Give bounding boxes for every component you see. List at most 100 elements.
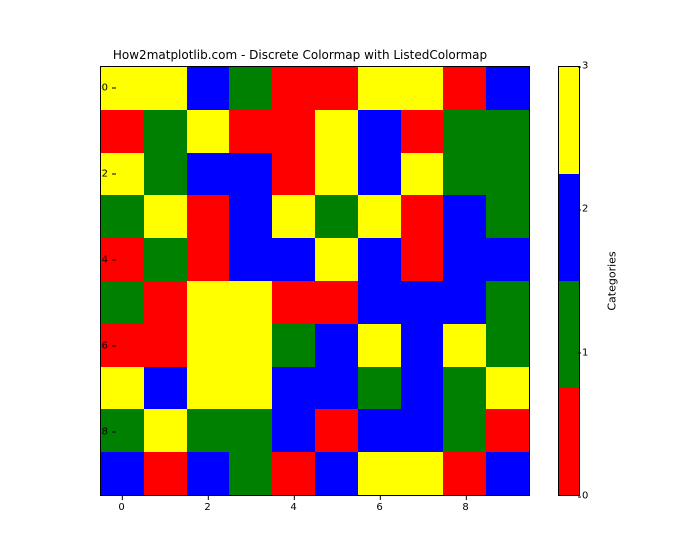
- heatmap-cell: [229, 367, 272, 410]
- heatmap-cell: [315, 238, 358, 281]
- heatmap-cell: [358, 409, 401, 452]
- heatmap-cell: [272, 324, 315, 367]
- heatmap-cell: [486, 153, 529, 196]
- heatmap-cell: [272, 110, 315, 153]
- x-tick: 0: [118, 502, 124, 513]
- heatmap-cell: [315, 324, 358, 367]
- heatmap-cell: [358, 324, 401, 367]
- heatmap-cell: [486, 110, 529, 153]
- heatmap-cell: [358, 281, 401, 324]
- heatmap-cell: [144, 452, 187, 495]
- y-tick: 2: [88, 168, 108, 179]
- heatmap-cell: [315, 409, 358, 452]
- colorbar-segment: [559, 67, 579, 174]
- heatmap-cell: [358, 67, 401, 110]
- heatmap-axes: [100, 66, 530, 496]
- heatmap-cell: [443, 153, 486, 196]
- heatmap-cell: [272, 452, 315, 495]
- heatmap-cell: [315, 367, 358, 410]
- x-tick: 4: [290, 502, 296, 513]
- y-tick: 8: [88, 426, 108, 437]
- heatmap-cell: [272, 367, 315, 410]
- heatmap-cell: [358, 195, 401, 238]
- heatmap-cell: [101, 367, 144, 410]
- x-tick: 2: [204, 502, 210, 513]
- heatmap-cell: [486, 367, 529, 410]
- heatmap-cell: [187, 324, 230, 367]
- heatmap-cell: [144, 195, 187, 238]
- heatmap-cell: [401, 67, 444, 110]
- heatmap-cell: [401, 153, 444, 196]
- heatmap-cell: [358, 110, 401, 153]
- heatmap-cell: [443, 195, 486, 238]
- heatmap-cell: [187, 238, 230, 281]
- colorbar-tick: 0: [582, 491, 588, 502]
- heatmap-cell: [443, 110, 486, 153]
- heatmap-cell: [358, 367, 401, 410]
- heatmap-cell: [144, 409, 187, 452]
- y-tick: 6: [88, 340, 108, 351]
- heatmap-cell: [187, 281, 230, 324]
- heatmap-cell: [401, 238, 444, 281]
- heatmap-cell: [144, 110, 187, 153]
- heatmap-cell: [401, 195, 444, 238]
- heatmap-cell: [101, 110, 144, 153]
- heatmap-cell: [229, 67, 272, 110]
- heatmap-cell: [229, 452, 272, 495]
- heatmap-cell: [187, 67, 230, 110]
- heatmap-cell: [144, 324, 187, 367]
- heatmap-cell: [187, 367, 230, 410]
- x-tick: 8: [462, 502, 468, 513]
- heatmap-cell: [486, 67, 529, 110]
- heatmap-cell: [401, 324, 444, 367]
- heatmap-cell: [272, 238, 315, 281]
- heatmap-cell: [315, 281, 358, 324]
- heatmap-cell: [443, 281, 486, 324]
- heatmap-cell: [401, 281, 444, 324]
- heatmap-cell: [443, 409, 486, 452]
- heatmap-cell: [401, 367, 444, 410]
- heatmap-cell: [229, 281, 272, 324]
- heatmap-cell: [229, 110, 272, 153]
- heatmap-cell: [101, 195, 144, 238]
- y-tick: 4: [88, 254, 108, 265]
- heatmap-cell: [315, 195, 358, 238]
- y-tick: 0: [88, 82, 108, 93]
- heatmap-cell: [315, 67, 358, 110]
- heatmap-cell: [401, 452, 444, 495]
- heatmap-cell: [272, 281, 315, 324]
- heatmap-cell: [401, 110, 444, 153]
- figure: How2matplotlib.com - Discrete Colormap w…: [0, 0, 700, 560]
- x-tick: 6: [376, 502, 382, 513]
- heatmap-cell: [144, 153, 187, 196]
- colorbar-tick: 2: [582, 204, 588, 215]
- heatmap-cell: [144, 367, 187, 410]
- heatmap-cell: [486, 238, 529, 281]
- heatmap-cell: [272, 195, 315, 238]
- heatmap-cell: [486, 281, 529, 324]
- chart-title: How2matplotlib.com - Discrete Colormap w…: [0, 48, 600, 62]
- heatmap-cell: [229, 409, 272, 452]
- colorbar-tick: 1: [582, 347, 588, 358]
- heatmap-cell: [272, 409, 315, 452]
- heatmap-cell: [187, 452, 230, 495]
- heatmap-cell: [401, 409, 444, 452]
- heatmap-cell: [144, 281, 187, 324]
- heatmap-cell: [272, 67, 315, 110]
- colorbar-segment: [559, 174, 579, 281]
- heatmap-cell: [486, 452, 529, 495]
- heatmap-cell: [229, 238, 272, 281]
- colorbar-segment: [559, 388, 579, 495]
- heatmap-cell: [144, 67, 187, 110]
- heatmap-cell: [187, 110, 230, 153]
- heatmap-cell: [229, 195, 272, 238]
- heatmap-cell: [443, 238, 486, 281]
- heatmap-cell: [358, 452, 401, 495]
- heatmap-cell: [229, 324, 272, 367]
- heatmap-cell: [358, 153, 401, 196]
- heatmap-cell: [101, 452, 144, 495]
- heatmap-cell: [443, 367, 486, 410]
- colorbar-segment: [559, 281, 579, 388]
- colorbar-tick: 3: [582, 61, 588, 72]
- heatmap-cell: [101, 281, 144, 324]
